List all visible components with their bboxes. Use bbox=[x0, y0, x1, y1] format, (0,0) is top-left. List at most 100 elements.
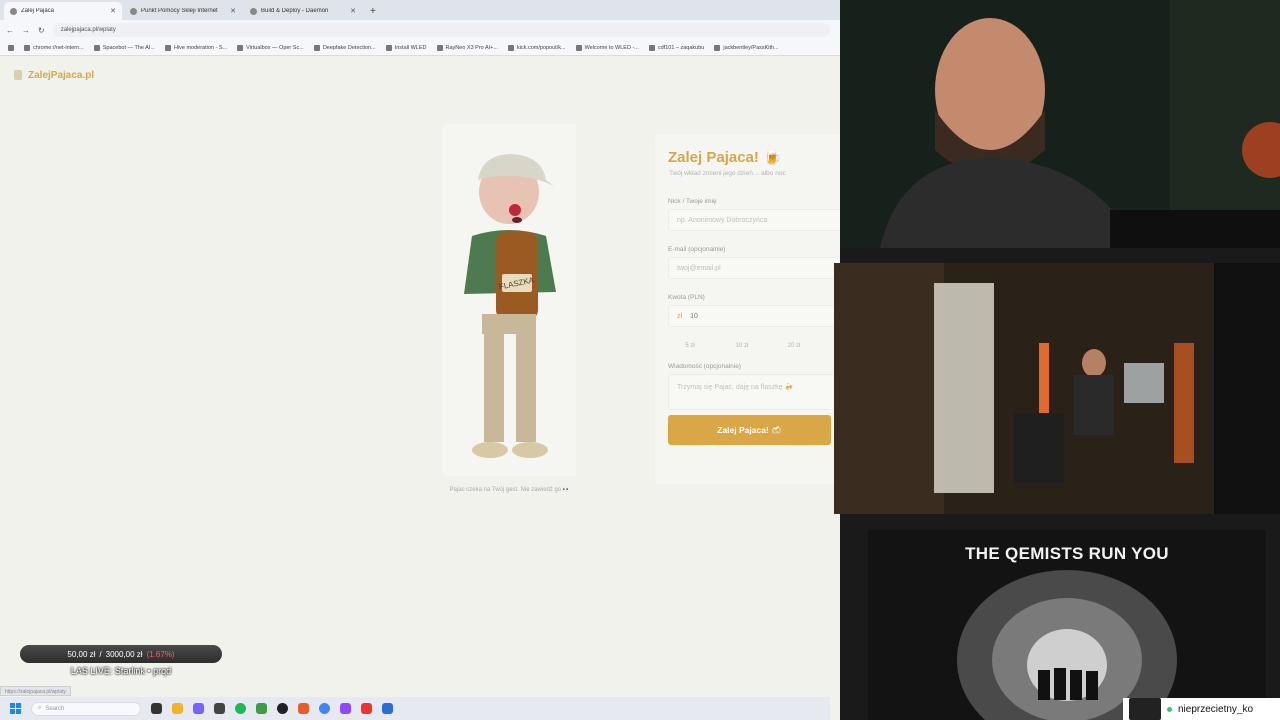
tab-label: Punkt Pomocy Skleji Internet bbox=[141, 8, 218, 14]
site-favicon-icon bbox=[250, 7, 257, 15]
bookmark-item[interactable]: Deepfake Detection... bbox=[313, 44, 376, 51]
email-input[interactable]: twoj@email.pl bbox=[668, 257, 840, 279]
bookmark-favicon-icon bbox=[313, 44, 320, 51]
chat-username: nieprzecietny_ko bbox=[1178, 703, 1254, 715]
webcam-face-feed bbox=[840, 0, 1280, 248]
bookmark-label: Spacebot — The AI... bbox=[102, 44, 155, 51]
amount-presets: 5 zł 10 zł 20 zł bbox=[668, 339, 840, 353]
github-icon bbox=[714, 44, 721, 51]
app-icon[interactable] bbox=[193, 703, 204, 714]
stream-live-label: LAS LIVE: Starlink • prqd bbox=[70, 666, 172, 676]
bookmark-item[interactable]: Install WLED bbox=[385, 44, 427, 51]
windows-start-icon[interactable] bbox=[10, 703, 21, 714]
bookmark-item[interactable]: jackbentley/PassKith... bbox=[714, 44, 779, 51]
bookmark-favicon-icon bbox=[385, 44, 392, 51]
app-icon[interactable] bbox=[361, 703, 372, 714]
tab-build-deploy[interactable]: Build & Deploy - Daemon ✕ bbox=[244, 2, 362, 20]
bookmark-item[interactable]: Spacebot — The AI... bbox=[93, 44, 155, 51]
close-icon[interactable]: ✕ bbox=[110, 7, 116, 15]
form-title: Zalej Pajaca! 🍺 bbox=[668, 149, 782, 166]
donation-separator: / bbox=[99, 649, 102, 659]
donation-goal: 3000,00 zł bbox=[105, 649, 143, 659]
search-icon: ⌕ bbox=[38, 705, 42, 711]
amount-chip-20[interactable]: 20 zł bbox=[772, 339, 816, 353]
bookmark-item[interactable]: kick.com/popout/k... bbox=[507, 44, 566, 51]
bookmark-label: Welcome to WLED -... bbox=[584, 44, 639, 51]
nick-label: Nick / Twoje imię bbox=[668, 198, 717, 205]
bookmark-label: Install WLED bbox=[394, 44, 427, 51]
music-video-panel: THE QEMISTS RUN YOU bbox=[868, 530, 1266, 720]
taskbar-search-input[interactable]: ⌕ Search bbox=[31, 701, 141, 716]
bookmark-apps-icon[interactable] bbox=[8, 44, 14, 51]
bookmark-label: chrome://net-intern... bbox=[33, 44, 84, 51]
email-label: E-mail (opcjonalnie) bbox=[668, 246, 726, 253]
webcam-person-image bbox=[840, 0, 1280, 248]
donation-percent: (1.67%) bbox=[146, 649, 175, 659]
new-tab-button[interactable]: + bbox=[364, 6, 382, 20]
nick-input[interactable]: np. Anonimowy Dobroczyńca bbox=[668, 209, 840, 231]
clown-mascot-illustration: FLASZKA bbox=[464, 154, 556, 458]
site-logo-link[interactable]: ZalejPajaca.pl bbox=[28, 70, 94, 81]
beer-logo-icon bbox=[14, 70, 22, 80]
amount-input[interactable]: zł 10 bbox=[668, 305, 840, 327]
media-title: THE QEMISTS RUN YOU bbox=[965, 544, 1169, 563]
donation-current: 50,00 zł bbox=[67, 649, 96, 659]
amount-chip-10[interactable]: 10 zł bbox=[720, 339, 764, 353]
address-bar: ← → ↻ zalejpajaca.pl/wplaty bbox=[0, 20, 840, 40]
bookmark-label: Hive moderation - S... bbox=[173, 44, 228, 51]
bookmark-item[interactable]: Hive moderation - S... bbox=[164, 44, 228, 51]
bookmark-item[interactable]: Welcome to WLED -... bbox=[575, 44, 639, 51]
bookmark-label: Virtualbox — Oper Sc... bbox=[246, 44, 304, 51]
terminal-icon[interactable] bbox=[214, 703, 225, 714]
amount-value: 10 bbox=[690, 312, 698, 320]
bookmark-label: RayNeo X3 Pro AI+... bbox=[445, 44, 498, 51]
spotify-icon[interactable] bbox=[235, 703, 246, 714]
bookmark-favicon-icon bbox=[24, 44, 30, 51]
online-status-icon bbox=[1167, 706, 1172, 712]
app-icon[interactable] bbox=[277, 703, 288, 714]
bookmark-favicon-icon bbox=[93, 44, 100, 51]
donation-goal-bar: 50,00 zł / 3000,00 zł (1.67%) bbox=[20, 645, 222, 663]
mascot-caption: Pajac czeka na Twój gest. Nie zawiedź go… bbox=[449, 487, 571, 493]
bookmark-item[interactable]: Virtualbox — Oper Sc... bbox=[237, 44, 304, 51]
bookmark-label: cdf101 – zaqakubu bbox=[657, 44, 705, 51]
web-page: ZalejPajaca.pl FLASZKA Pajac czeka na Tw… bbox=[0, 56, 840, 720]
bookmarks-bar: chrome://net-intern... Spacebot — The AI… bbox=[0, 40, 840, 56]
bookmark-item[interactable]: cdf101 – zaqakubu bbox=[648, 44, 705, 51]
bookmark-label: jackbentley/PassKith... bbox=[723, 44, 779, 51]
app-icon[interactable] bbox=[298, 703, 309, 714]
bookmark-favicon-icon bbox=[436, 44, 443, 51]
reload-icon[interactable]: ↻ bbox=[38, 26, 45, 35]
bookmark-item[interactable]: chrome://net-intern... bbox=[24, 44, 84, 51]
message-label: Wiadomość (opcjonalnie) bbox=[668, 363, 741, 370]
message-textarea[interactable]: Trzymaj się Pajac, daję na flaszkę 🍻 bbox=[668, 374, 840, 410]
taskbar: ⌕ Search bbox=[0, 697, 830, 720]
bookmark-label: kick.com/popout/k... bbox=[516, 44, 566, 51]
file-explorer-icon[interactable] bbox=[172, 703, 183, 714]
app-icon[interactable] bbox=[256, 703, 267, 714]
close-icon[interactable]: ✕ bbox=[350, 7, 356, 15]
app-icon[interactable] bbox=[382, 703, 393, 714]
task-view-icon[interactable] bbox=[151, 703, 162, 714]
tab-label: Zalej Pajaca bbox=[21, 8, 55, 14]
bookmark-item[interactable]: RayNeo X3 Pro AI+... bbox=[436, 44, 498, 51]
chrome-icon[interactable] bbox=[319, 703, 330, 714]
bookmark-favicon-icon bbox=[648, 44, 655, 51]
submit-button[interactable]: Zalej Pajaca! 🍻 bbox=[668, 415, 831, 445]
tab-zalej-pajaca[interactable]: Zalej Pajaca ✕ bbox=[4, 2, 122, 20]
forward-arrow-icon[interactable]: → bbox=[22, 26, 30, 35]
url-input[interactable]: zalejpajaca.pl/wplaty bbox=[52, 23, 830, 37]
site-favicon-icon bbox=[10, 7, 17, 15]
tab-bar: Zalej Pajaca ✕ Punkt Pomocy Skleji Inter… bbox=[0, 0, 840, 20]
amount-chip-5[interactable]: 5 zł bbox=[668, 339, 712, 353]
close-icon[interactable]: ✕ bbox=[230, 7, 236, 15]
amount-label: Kwota (PLN) bbox=[668, 294, 705, 301]
apps-grid-icon bbox=[8, 44, 14, 51]
form-subtitle: Twój wkład zmieni jego dzień… albo noc bbox=[669, 170, 786, 177]
tab-punkt-pomocy[interactable]: Punkt Pomocy Skleji Internet ✕ bbox=[124, 2, 242, 20]
bookmark-favicon-icon bbox=[237, 44, 244, 51]
back-arrow-icon[interactable]: ← bbox=[6, 26, 14, 35]
bookmark-favicon-icon bbox=[575, 44, 582, 51]
app-icon[interactable] bbox=[340, 703, 351, 714]
avatar bbox=[1129, 698, 1161, 720]
